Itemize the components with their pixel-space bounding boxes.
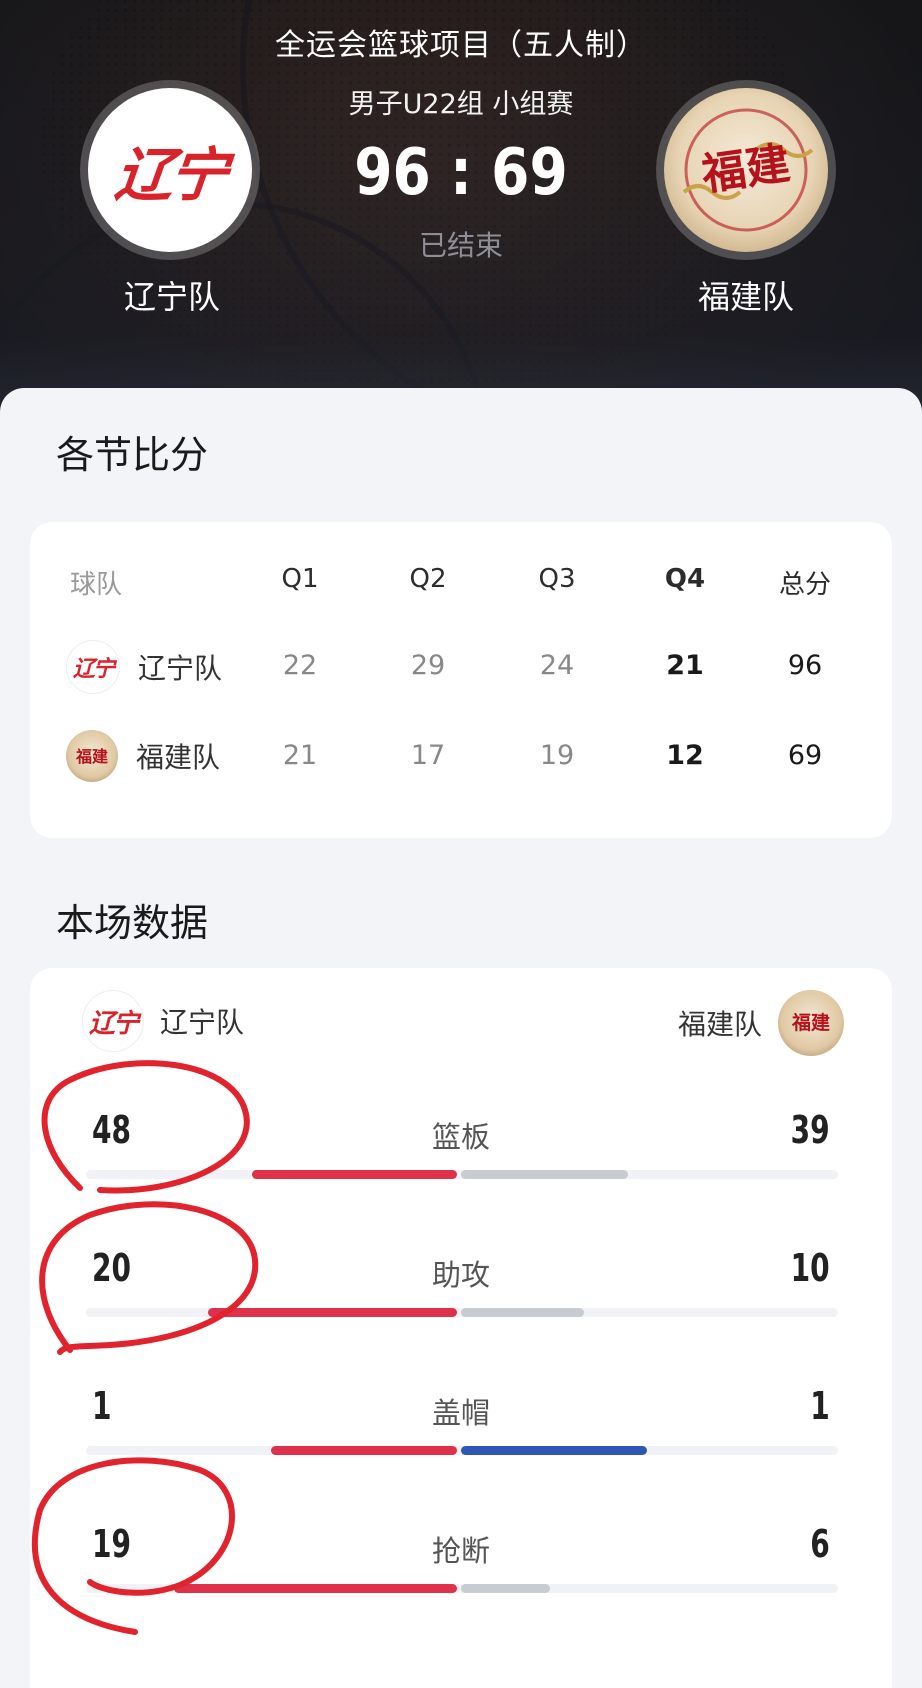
stats-away-team[interactable]: 福建队 福建 bbox=[678, 990, 844, 1056]
home-mini-logo: 辽宁 bbox=[66, 640, 120, 694]
stat-label: 篮板 bbox=[431, 1120, 490, 1154]
stat-home-bar bbox=[271, 1446, 457, 1455]
stat-away-bar bbox=[461, 1584, 550, 1593]
table-row-team-home[interactable]: 辽宁 辽宁队 bbox=[66, 640, 222, 694]
away-mini-logo: 福建 bbox=[778, 990, 844, 1056]
cell-away-q3: 19 bbox=[539, 740, 575, 771]
away-mini-logo: 福建 bbox=[66, 730, 118, 782]
header-q1: Q1 bbox=[281, 564, 319, 594]
stat-away-value: 6 bbox=[810, 1522, 830, 1566]
header-q4: Q4 bbox=[664, 564, 706, 594]
match-stats-panel: 辽宁 辽宁队 福建队 福建 bbox=[30, 968, 892, 1688]
away-team-logo[interactable]: 福建 bbox=[656, 80, 836, 260]
cell-away-q4: 12 bbox=[666, 740, 704, 771]
cell-home-q2: 29 bbox=[410, 650, 446, 681]
header-q3: Q3 bbox=[538, 564, 576, 594]
header-total: 总分 bbox=[778, 570, 831, 600]
stat-away-value: 1 bbox=[810, 1384, 830, 1428]
stat-label: 助攻 bbox=[431, 1258, 490, 1292]
match-stats-title: 本场数据 bbox=[56, 901, 209, 945]
home-team-logo[interactable]: 辽宁 bbox=[80, 80, 260, 260]
stat-home-bar bbox=[252, 1170, 457, 1179]
cell-away-q2: 17 bbox=[410, 740, 446, 771]
away-logo-text: 福建 bbox=[698, 138, 794, 201]
stat-away-bar bbox=[461, 1308, 584, 1317]
stat-label: 盖帽 bbox=[431, 1396, 490, 1430]
stats-home-team[interactable]: 辽宁 辽宁队 bbox=[82, 990, 244, 1052]
header-team: 球队 bbox=[70, 570, 123, 600]
cell-away-q1: 21 bbox=[282, 740, 318, 771]
stat-away-value: 10 bbox=[790, 1246, 830, 1290]
home-mini-logo: 辽宁 bbox=[82, 990, 144, 1052]
competition-title: 全运会篮球项目（五人制） bbox=[275, 28, 647, 63]
table-row-team-name: 福建队 bbox=[136, 741, 221, 774]
match-header: 全运会篮球项目（五人制） 男子U22组 小组赛 96 : 69 已结束 辽宁 辽… bbox=[0, 0, 922, 420]
quarter-scores-table: 球队 Q1 Q2 Q3 Q4 总分 辽宁 辽宁队 22 29 24 21 96 … bbox=[30, 522, 892, 838]
away-team-name[interactable]: 福建队 bbox=[646, 272, 846, 318]
home-team-name[interactable]: 辽宁队 bbox=[72, 272, 272, 318]
cell-home-total: 96 bbox=[787, 650, 823, 681]
stat-home-bar bbox=[174, 1584, 457, 1593]
stat-home-bar bbox=[208, 1308, 457, 1317]
table-row-team-away[interactable]: 福建 福建队 bbox=[66, 730, 220, 782]
header-q2: Q2 bbox=[409, 564, 447, 594]
cell-home-q4: 21 bbox=[666, 650, 704, 681]
cell-home-q1: 22 bbox=[282, 650, 318, 681]
stats-away-team-name: 福建队 bbox=[677, 1008, 762, 1041]
stats-home-team-name: 辽宁队 bbox=[160, 1006, 245, 1039]
stat-away-bar bbox=[461, 1170, 628, 1179]
home-logo-text: 辽宁 bbox=[111, 143, 227, 208]
stat-away-value: 39 bbox=[790, 1108, 830, 1152]
cell-home-q3: 24 bbox=[539, 650, 575, 681]
stat-away-bar bbox=[461, 1446, 647, 1455]
table-row-team-name: 辽宁队 bbox=[138, 652, 223, 685]
cell-away-total: 69 bbox=[787, 740, 823, 771]
quarter-scores-title: 各节比分 bbox=[56, 433, 209, 477]
stat-label: 抢断 bbox=[431, 1534, 490, 1568]
